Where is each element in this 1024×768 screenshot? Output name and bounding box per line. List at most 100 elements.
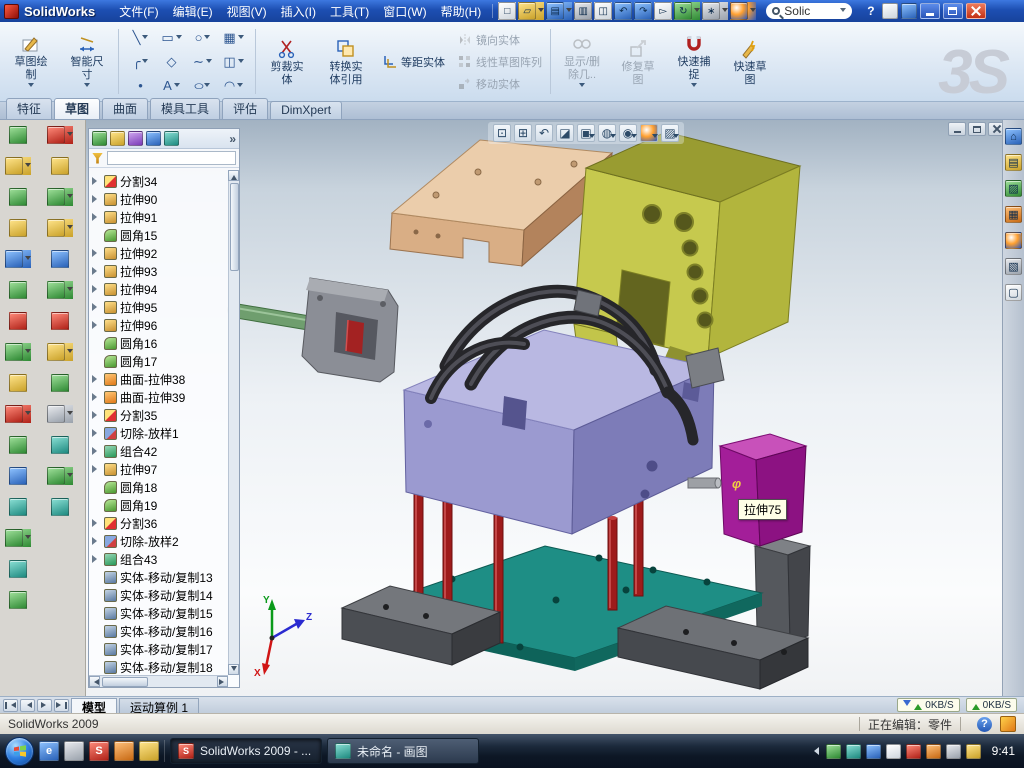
sketch-pattern-tool[interactable]: ▦	[218, 26, 249, 50]
scene-icon[interactable]: ▨	[661, 124, 679, 142]
expand-arrow-icon[interactable]	[92, 321, 101, 329]
filter-input[interactable]	[107, 151, 236, 165]
ie-quick-icon[interactable]: e	[39, 741, 59, 761]
command-tab[interactable]: 评估	[222, 98, 268, 119]
doc-minimize-button[interactable]	[948, 122, 966, 136]
select-icon[interactable]: ▻	[654, 2, 672, 20]
start-button[interactable]	[5, 737, 34, 766]
header-overflow-icon[interactable]: »	[229, 132, 236, 146]
tree-item[interactable]: 组合42	[89, 442, 228, 460]
help-button[interactable]: ?	[861, 4, 880, 18]
tan-plate-part[interactable]	[390, 140, 612, 266]
tree-item[interactable]: 实体-移动/复制13	[89, 568, 228, 586]
tree-item[interactable]: 拉伸92	[89, 244, 228, 262]
sketch-button[interactable]: 草图绘 制	[4, 24, 58, 99]
section-view-icon[interactable]: ◪	[556, 124, 574, 142]
dropdown-arrow-icon[interactable]	[589, 134, 595, 141]
offset-entities-button[interactable]: 等距实体	[378, 53, 452, 71]
pattern-b-tool-icon[interactable]	[51, 312, 69, 330]
drawing-tool-icon[interactable]	[9, 188, 27, 206]
polygon-tool[interactable]: ◇	[156, 50, 187, 74]
dropdown-arrow-icon[interactable]	[25, 256, 31, 263]
dropdown-arrow-icon[interactable]	[206, 59, 212, 66]
sketch-entity-tool-icon[interactable]	[51, 157, 69, 175]
document-tab[interactable]: 运动算例 1	[119, 698, 199, 713]
tree-item[interactable]: 拉伸90	[89, 190, 228, 208]
show-desktop-icon[interactable]	[64, 741, 84, 761]
solidworks-quick-icon[interactable]: S	[89, 741, 109, 761]
appearance-swatch-icon[interactable]	[730, 2, 756, 20]
snap-tool-icon[interactable]	[47, 467, 73, 485]
relation-tool-icon[interactable]	[9, 436, 27, 454]
menu-item[interactable]: 视图(V)	[220, 1, 274, 22]
circle-tool[interactable]: ○	[187, 26, 218, 50]
task-pane-tab[interactable]: ▧	[1005, 258, 1022, 275]
print-preview-icon[interactable]: ◫	[594, 2, 612, 20]
dropdown-arrow-icon[interactable]	[25, 411, 31, 418]
menu-item[interactable]: 编辑(E)	[166, 1, 220, 22]
tree-item[interactable]: 拉伸95	[89, 298, 228, 316]
dropdown-arrow-icon[interactable]	[67, 287, 73, 294]
next-tab-button[interactable]	[37, 699, 52, 712]
tree-item[interactable]: 切除-放样2	[89, 532, 228, 550]
dropdown-arrow-icon[interactable]	[204, 35, 210, 42]
expand-arrow-icon[interactable]	[92, 195, 101, 203]
tree-item[interactable]: 实体-移动/复制14	[89, 586, 228, 604]
linear-sketch-pattern-button[interactable]: 线性草图阵列	[454, 53, 546, 71]
dropdown-arrow-icon[interactable]	[28, 83, 34, 90]
text-tool[interactable]: A	[156, 74, 187, 98]
tree-item[interactable]: 拉伸91	[89, 208, 228, 226]
tree-item[interactable]: 曲面-拉伸38	[89, 370, 228, 388]
tree-item[interactable]: 圆角18	[89, 478, 228, 496]
evaluate-tool-icon[interactable]	[51, 498, 69, 516]
expand-arrow-icon[interactable]	[92, 519, 101, 527]
media-quick-icon[interactable]	[114, 741, 134, 761]
fullscreen-toggle-icon[interactable]	[882, 3, 898, 19]
arc-tool[interactable]: ◠	[218, 74, 249, 98]
minimize-button[interactable]	[920, 3, 940, 19]
volume-icon[interactable]	[946, 744, 961, 759]
tray-expand-icon[interactable]	[810, 747, 819, 755]
tree-item[interactable]: 分割35	[89, 406, 228, 424]
chat-icon[interactable]	[846, 744, 861, 759]
window-extra-icon[interactable]	[901, 3, 917, 19]
gray-block-part[interactable]	[755, 538, 810, 640]
status-help-icon[interactable]: ?	[977, 717, 992, 732]
expand-arrow-icon[interactable]	[92, 555, 101, 563]
taskbar-task[interactable]: S SolidWorks 2009 - ...	[170, 738, 322, 764]
tree-horizontal-scrollbar[interactable]	[89, 675, 228, 687]
maximize-button[interactable]	[943, 3, 963, 19]
dropdown-arrow-icon[interactable]	[67, 132, 73, 139]
dropdown-arrow-icon[interactable]	[610, 134, 616, 141]
quick-snaps-button[interactable]: 快速捕 捉	[667, 24, 721, 99]
tree-item[interactable]: 实体-移动/复制15	[89, 604, 228, 622]
dropdown-arrow-icon[interactable]	[84, 83, 90, 90]
edit-appearance-icon[interactable]	[640, 124, 658, 142]
sketch-tool-icon[interactable]	[9, 591, 27, 609]
scrollbar-thumb[interactable]	[230, 183, 239, 271]
last-tab-button[interactable]	[54, 699, 69, 712]
convert-entities-button[interactable]: 转换实 体引用	[316, 24, 376, 99]
dropdown-arrow-icon[interactable]	[174, 83, 180, 90]
new-document-icon[interactable]: □	[498, 2, 516, 20]
dropdown-arrow-icon[interactable]	[25, 163, 31, 170]
display-tool-icon[interactable]	[47, 405, 73, 423]
command-tab[interactable]: 模具工具	[150, 98, 220, 119]
view-orientation-icon[interactable]: ▣	[577, 124, 595, 142]
expand-arrow-icon[interactable]	[92, 447, 101, 455]
sheet-tool-icon[interactable]	[9, 219, 27, 237]
dropdown-arrow-icon[interactable]	[67, 473, 73, 480]
expand-arrow-icon[interactable]	[92, 249, 101, 257]
tree-item[interactable]: 分割36	[89, 514, 228, 532]
folder-quick-icon[interactable]	[139, 741, 159, 761]
smart-dimension-button[interactable]: 智能尺 寸	[60, 24, 114, 99]
tree-vertical-scrollbar[interactable]	[228, 170, 239, 675]
line-tool[interactable]: ╲	[125, 26, 156, 50]
filter-icon[interactable]	[92, 153, 103, 164]
task-pane-tab[interactable]: ⌂	[1005, 128, 1022, 145]
menu-item[interactable]: 帮助(H)	[434, 1, 489, 22]
expand-arrow-icon[interactable]	[92, 411, 101, 419]
tree-item[interactable]: 拉伸96	[89, 316, 228, 334]
task-pane-tab[interactable]: ▨	[1005, 180, 1022, 197]
task-pane-tab[interactable]: ▢	[1005, 284, 1022, 301]
